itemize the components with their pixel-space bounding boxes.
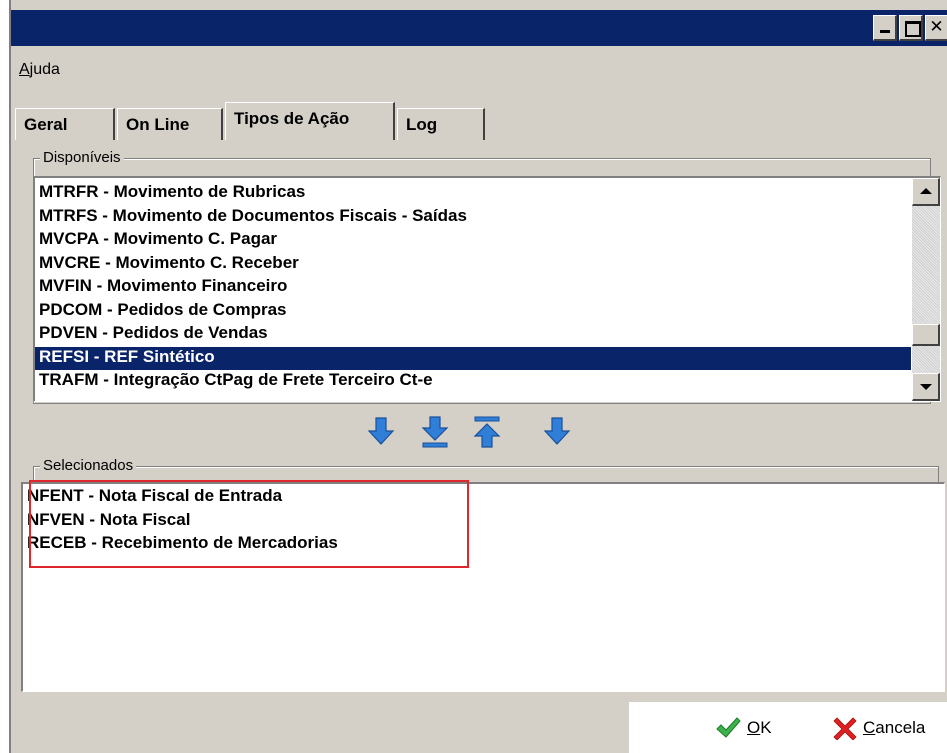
- list-item[interactable]: MVFIN - Movimento Financeiro: [35, 276, 911, 300]
- list-item[interactable]: MTRFS - Movimento de Documentos Fiscais …: [35, 206, 911, 230]
- transfer-buttons: [11, 412, 947, 452]
- list-item[interactable]: MVCPA - Movimento C. Pagar: [35, 229, 911, 253]
- tab-on-line[interactable]: On Line: [117, 108, 223, 140]
- scroll-thumb[interactable]: [912, 324, 940, 346]
- selecionados-label: Selecionados: [40, 457, 137, 474]
- check-icon: [716, 717, 741, 738]
- tab-tipos-de-acao[interactable]: Tipos de Ação: [225, 102, 395, 140]
- add-all-button[interactable]: [417, 412, 453, 452]
- ok-label: OK: [747, 718, 772, 737]
- tab-label: Log: [406, 115, 438, 134]
- close-button[interactable]: ✕: [925, 15, 947, 41]
- list-item[interactable]: NFENT - Nota Fiscal de Entrada: [23, 486, 944, 510]
- arrow-down-icon: [367, 417, 395, 445]
- ok-button[interactable]: OK: [715, 714, 772, 742]
- cancel-label: Cancela: [863, 718, 926, 737]
- tab-label: Tipos de Ação: [234, 109, 350, 128]
- scroll-down-button[interactable]: [912, 373, 940, 401]
- disponiveis-list[interactable]: MTRFR - Movimento de Rubricas MTRFS - Mov…: [33, 176, 941, 402]
- list-item[interactable]: RECEB - Recebimento de Mercadorias: [23, 533, 944, 557]
- list-item[interactable]: REFSI - REF Sintético: [35, 346, 911, 370]
- window-controls: ✕: [873, 15, 947, 41]
- tab-label: On Line: [126, 115, 190, 134]
- list-item[interactable]: MVCRE - Movimento C. Receber: [35, 253, 911, 277]
- tab-log[interactable]: Log: [397, 108, 485, 140]
- move-to-bottom-icon: [421, 416, 449, 448]
- dialog-window: ✕ Ajuda Geral On Line Tipos de Ação Log …: [9, 0, 947, 753]
- disponiveis-label: Disponíveis: [40, 149, 124, 166]
- disponiveis-scrollbar[interactable]: [912, 178, 940, 401]
- list-item[interactable]: MTRFR - Movimento de Rubricas: [35, 182, 911, 206]
- status-area: [11, 702, 629, 753]
- move-to-top-icon: [473, 416, 501, 448]
- minimize-button[interactable]: [873, 15, 897, 41]
- tab-strip: Geral On Line Tipos de Ação Log: [11, 96, 947, 142]
- remove-selected-button[interactable]: [539, 412, 575, 452]
- cancel-button[interactable]: Cancela: [833, 714, 925, 742]
- tab-geral[interactable]: Geral: [15, 108, 115, 140]
- menu-item-ajuda[interactable]: Ajuda: [19, 61, 60, 79]
- cancel-x-icon: [833, 717, 857, 740]
- close-icon: ✕: [929, 17, 944, 37]
- button-bar: OK Cancela: [11, 702, 947, 753]
- list-item[interactable]: TRAFM - Integração CtPag de Frete Tercei…: [35, 370, 911, 394]
- scroll-up-button[interactable]: [912, 178, 940, 206]
- remove-all-button[interactable]: [469, 412, 505, 452]
- arrow-down-icon: [543, 417, 571, 445]
- add-selected-button[interactable]: [363, 412, 399, 452]
- selecionados-list[interactable]: NFENT - Nota Fiscal de Entrada NFVEN - No…: [21, 482, 945, 692]
- list-item[interactable]: PDVEN - Pedidos de Vendas: [35, 323, 911, 347]
- list-item[interactable]: PDCOM - Pedidos de Compras: [35, 300, 911, 324]
- title-bar: ✕: [11, 10, 947, 46]
- menu-bar: Ajuda: [11, 46, 947, 96]
- tab-label: Geral: [24, 115, 68, 134]
- maximize-button[interactable]: [899, 15, 923, 41]
- list-item[interactable]: NFVEN - Nota Fiscal: [23, 510, 944, 534]
